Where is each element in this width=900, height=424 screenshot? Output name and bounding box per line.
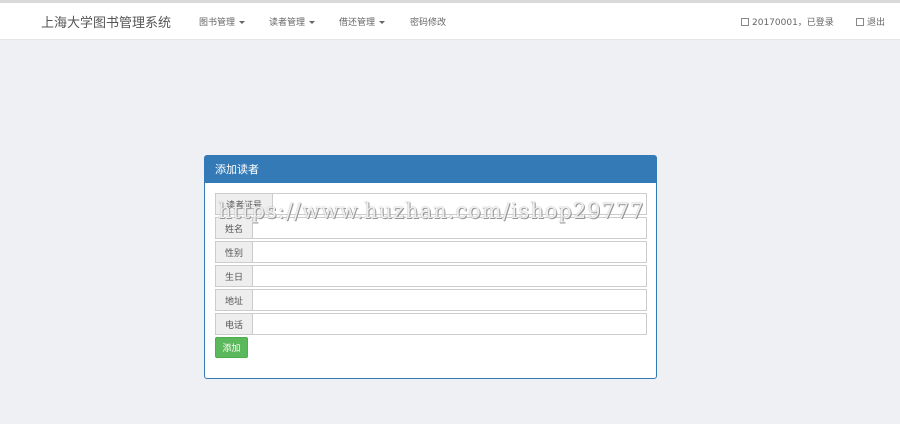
birthday-row: 生日	[215, 265, 647, 288]
phone-row: 电话	[215, 313, 647, 336]
caret-down-icon	[379, 21, 386, 24]
logout-icon	[856, 18, 864, 26]
user-status[interactable]: 20170001，已登录	[741, 15, 834, 28]
add-button[interactable]: 添加	[215, 337, 248, 358]
gender-field[interactable]	[253, 241, 647, 264]
gender-row: 性别	[215, 241, 647, 264]
phone-field[interactable]	[253, 313, 647, 336]
birthday-label: 生日	[215, 265, 253, 287]
address-row: 地址	[215, 289, 647, 312]
menu-borrow-return[interactable]: 借还管理	[339, 15, 386, 28]
menu-reader-management[interactable]: 读者管理	[269, 15, 316, 28]
menu-change-password[interactable]: 密码修改	[410, 15, 446, 28]
gender-label: 性别	[215, 241, 253, 263]
add-reader-panel: 添加读者 读者证号 姓名 性别 生日 地址 电话 添加	[204, 155, 657, 379]
user-status-text: 20170001，已登录	[752, 18, 834, 28]
user-icon	[741, 18, 749, 26]
address-label: 地址	[215, 289, 253, 311]
caret-down-icon	[239, 21, 246, 24]
menu-label: 密码修改	[410, 18, 447, 28]
menu-book-management[interactable]: 图书管理	[199, 15, 246, 28]
name-input[interactable]	[253, 220, 646, 240]
menu-label: 图书管理	[199, 18, 236, 28]
watermark-text: https://www.huzhan.com/ishop29777	[218, 199, 645, 223]
address-field[interactable]	[253, 289, 647, 312]
caret-down-icon	[309, 21, 316, 24]
phone-input[interactable]	[253, 316, 646, 336]
logout-text: 退出	[867, 18, 886, 28]
birthday-input[interactable]	[253, 268, 646, 288]
menu-label: 读者管理	[269, 18, 306, 28]
panel-title: 添加读者	[205, 156, 656, 183]
phone-label: 电话	[215, 313, 253, 335]
menu-label: 借还管理	[339, 18, 376, 28]
app-brand[interactable]: 上海大学图书管理系统	[41, 12, 171, 31]
logout-link[interactable]: 退出	[856, 15, 885, 28]
top-navbar: 上海大学图书管理系统 图书管理 读者管理 借还管理 密码修改 20170001，…	[0, 3, 900, 40]
gender-input[interactable]	[253, 244, 646, 264]
birthday-field[interactable]	[253, 265, 647, 288]
address-input[interactable]	[253, 292, 646, 312]
